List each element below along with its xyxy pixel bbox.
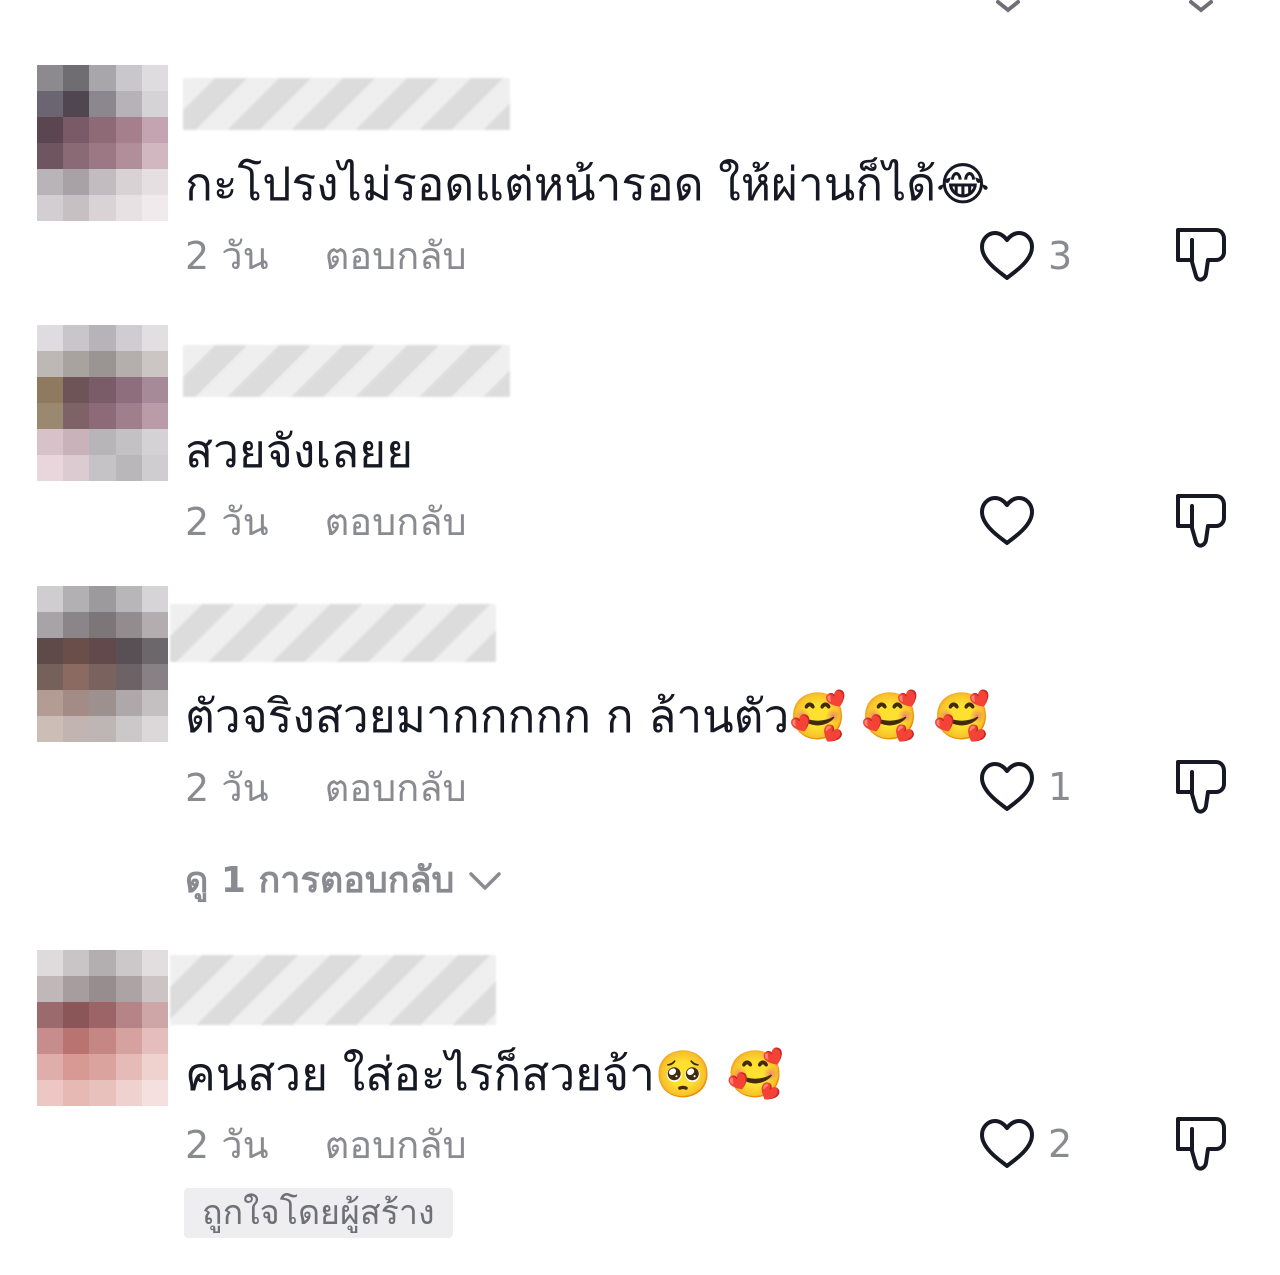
heart-outline-icon bbox=[980, 1119, 1034, 1168]
username-blurred[interactable] bbox=[183, 78, 510, 130]
like-count: 2 bbox=[1048, 1122, 1073, 1166]
like-button[interactable]: 3 bbox=[978, 226, 1072, 286]
reply-button[interactable]: ตอบกลับ bbox=[325, 765, 467, 811]
thumbs-down-outline-icon[interactable] bbox=[1170, 1113, 1230, 1175]
heart-outline-icon bbox=[980, 496, 1034, 545]
thumbs-down-outline-icon[interactable] bbox=[1170, 490, 1230, 552]
username-blurred[interactable] bbox=[170, 604, 496, 662]
comment-text: ตัวจริงสวยมากกกกก ก ล้านตัว🥰 🥰 🥰 bbox=[185, 689, 991, 743]
avatar[interactable] bbox=[37, 325, 168, 481]
chevron-down-icon[interactable] bbox=[995, 0, 1021, 14]
like-button[interactable]: 1 bbox=[978, 757, 1072, 817]
view-replies-button[interactable]: ดู 1 การตอบกลับ bbox=[185, 855, 502, 907]
comment-text: คนสวย ใส่อะไรก็สวยจ้า🥺 🥰 bbox=[185, 1047, 785, 1101]
comment-time: 2 วัน bbox=[185, 766, 269, 810]
avatar[interactable] bbox=[37, 65, 168, 221]
username-blurred[interactable] bbox=[183, 345, 510, 397]
comment-meta: 2 วัน ตอบกลับ bbox=[185, 233, 467, 279]
heart-outline-icon bbox=[980, 231, 1034, 280]
username-blurred[interactable] bbox=[170, 955, 496, 1025]
chevron-down-icon bbox=[469, 872, 502, 890]
like-count: 1 bbox=[1048, 765, 1073, 809]
avatar[interactable] bbox=[37, 586, 168, 742]
liked-by-creator-badge: ถูกใจโดยผู้สร้าง bbox=[184, 1188, 453, 1238]
heart-outline-icon bbox=[980, 762, 1034, 811]
reply-button[interactable]: ตอบกลับ bbox=[325, 233, 467, 279]
comment-time: 2 วัน bbox=[185, 500, 269, 544]
avatar[interactable] bbox=[37, 950, 168, 1106]
comment-meta: 2 วัน ตอบกลับ bbox=[185, 1122, 467, 1168]
comment-text: สวยจังเลยย bbox=[185, 424, 414, 478]
like-count: 3 bbox=[1048, 234, 1073, 278]
reply-button[interactable]: ตอบกลับ bbox=[325, 499, 467, 545]
chevron-down-icon[interactable] bbox=[1188, 0, 1214, 14]
comment-meta: 2 วัน ตอบกลับ bbox=[185, 765, 467, 811]
comment-meta: 2 วัน ตอบกลับ bbox=[185, 499, 467, 545]
comment-text: กะโปรงไม่รอดแต่หน้ารอด ให้ผ่านก็ได้😂 bbox=[185, 157, 990, 211]
like-button[interactable] bbox=[978, 491, 1048, 551]
reply-button[interactable]: ตอบกลับ bbox=[325, 1122, 467, 1168]
view-replies-label: ดู 1 การตอบกลับ bbox=[185, 860, 455, 901]
comment-time: 2 วัน bbox=[185, 1123, 269, 1167]
like-button[interactable]: 2 bbox=[978, 1114, 1072, 1174]
thumbs-down-outline-icon[interactable] bbox=[1170, 224, 1230, 286]
thumbs-down-outline-icon[interactable] bbox=[1170, 756, 1230, 818]
comment-time: 2 วัน bbox=[185, 234, 269, 278]
